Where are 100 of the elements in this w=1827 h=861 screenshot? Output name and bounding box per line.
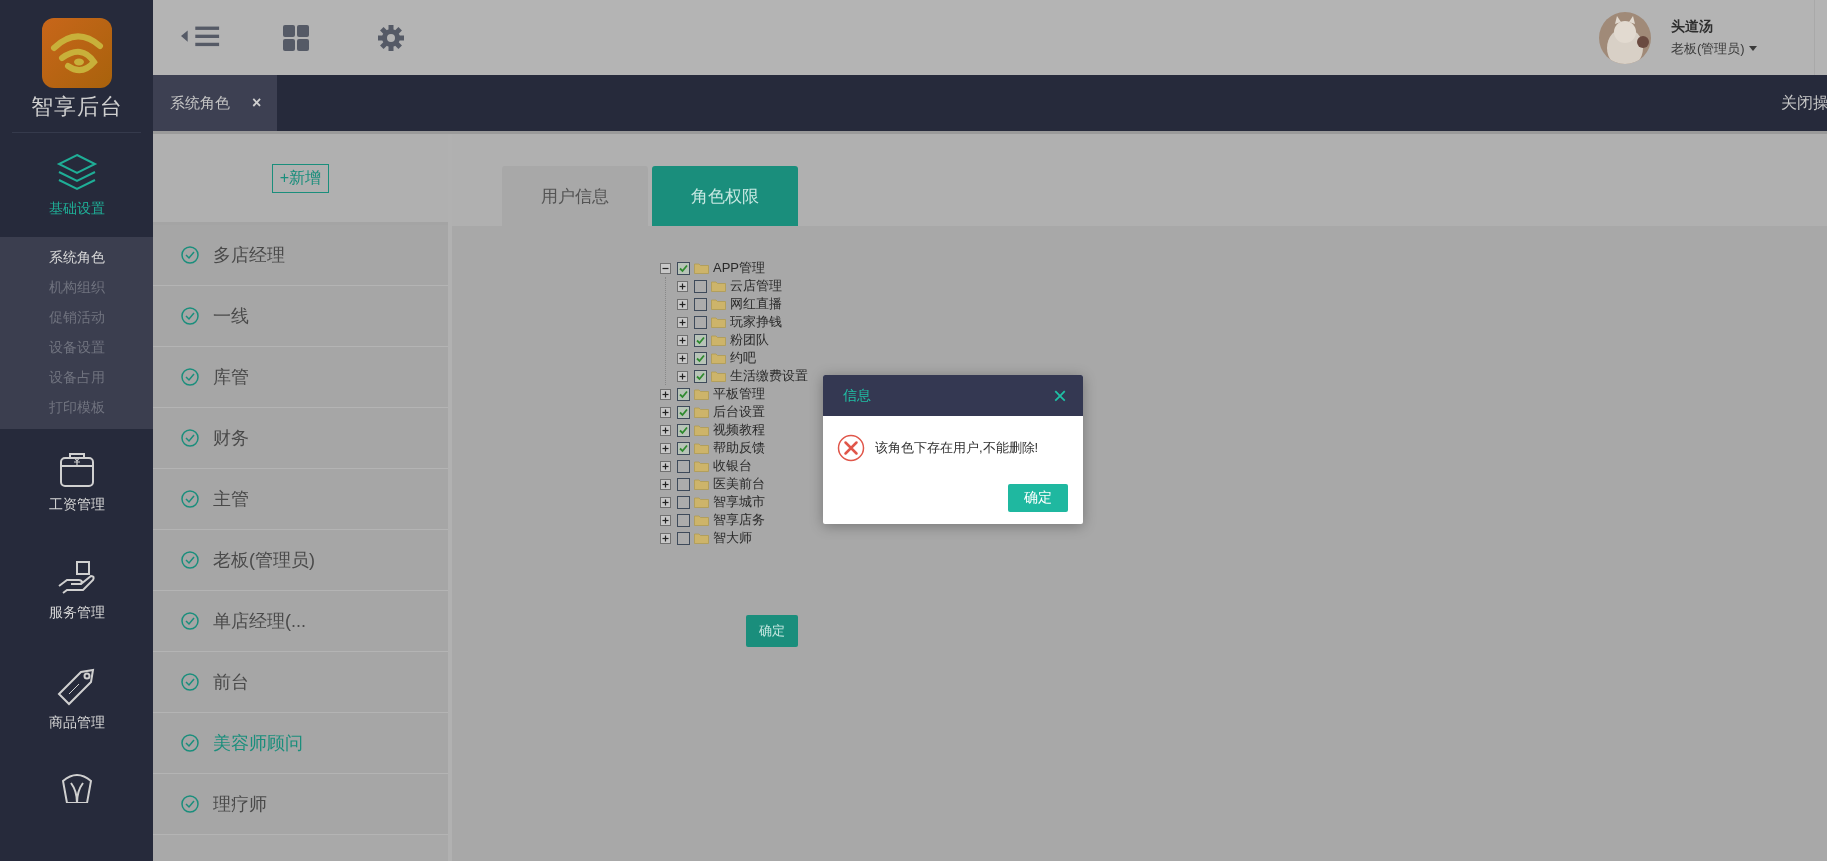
expand-toggle-icon[interactable] xyxy=(677,298,688,310)
folder-icon xyxy=(711,298,726,310)
check-circle-icon xyxy=(181,612,199,630)
expand-toggle-icon[interactable] xyxy=(660,496,671,508)
role-label: 库管 xyxy=(213,366,249,389)
user-role-dropdown[interactable]: 老板(管理员) xyxy=(1671,39,1757,58)
folder-icon xyxy=(694,388,709,400)
folder-icon xyxy=(694,442,709,454)
checkbox[interactable] xyxy=(677,531,690,545)
expand-toggle-icon[interactable] xyxy=(677,316,688,328)
check-circle-icon xyxy=(181,673,199,691)
expand-toggle-icon[interactable] xyxy=(660,460,671,472)
tree-item-label[interactable]: 智享城市 xyxy=(713,493,765,511)
checkbox[interactable] xyxy=(677,459,690,473)
role-label: 单店经理(... xyxy=(213,610,306,633)
role-label: 美容师顾问 xyxy=(213,732,303,755)
collapse-toggle-icon[interactable] xyxy=(660,262,671,274)
page-tab[interactable]: 系统角色 × xyxy=(153,75,277,131)
dialog-title: 信息 xyxy=(843,386,871,405)
folder-icon xyxy=(711,334,726,346)
folder-icon xyxy=(694,478,709,490)
expand-toggle-icon[interactable] xyxy=(660,388,671,400)
tree-item-label[interactable]: 平板管理 xyxy=(713,385,765,403)
checkbox[interactable] xyxy=(694,351,707,365)
role-label: 财务 xyxy=(213,427,249,450)
role-label: 多店经理 xyxy=(213,244,285,267)
checkbox[interactable] xyxy=(694,333,707,347)
expand-toggle-icon[interactable] xyxy=(660,442,671,454)
logo-text: 智享后台 xyxy=(30,93,123,121)
expand-toggle-icon[interactable] xyxy=(677,280,688,292)
checkbox[interactable] xyxy=(694,297,707,311)
nav-item[interactable]: 工资管理 xyxy=(0,429,153,537)
tree-item-label[interactable]: 后台设置 xyxy=(713,403,765,421)
expand-toggle-icon[interactable] xyxy=(677,334,688,346)
tree-item-label[interactable]: 约吧 xyxy=(730,349,756,367)
tab-close-button[interactable]: × xyxy=(252,94,262,112)
nav-item[interactable]: 服务管理 xyxy=(0,537,153,645)
expand-toggle-icon[interactable] xyxy=(660,478,671,490)
checkbox[interactable] xyxy=(694,315,707,329)
expand-toggle-icon[interactable] xyxy=(660,514,671,526)
checkbox[interactable] xyxy=(694,279,707,293)
tree-item-label[interactable]: 收银台 xyxy=(713,457,752,475)
check-circle-icon xyxy=(181,734,199,752)
folder-icon xyxy=(694,514,709,526)
folder-icon xyxy=(711,280,726,292)
tree-item-label[interactable]: 玩家挣钱 xyxy=(730,313,782,331)
nav-item[interactable]: 商品管理 xyxy=(0,645,153,753)
folder-icon xyxy=(694,424,709,436)
checkbox[interactable] xyxy=(677,423,690,437)
submenu-item[interactable]: 系统角色 xyxy=(0,243,153,273)
user-name: 头道汤 xyxy=(1671,17,1714,36)
tree-item-label[interactable]: APP管理 xyxy=(713,259,765,277)
tree-item-label[interactable]: 网红直播 xyxy=(730,295,782,313)
expand-toggle-icon[interactable] xyxy=(660,406,671,418)
error-icon xyxy=(837,434,865,462)
tree-item-label[interactable]: 粉团队 xyxy=(730,331,769,349)
checkbox[interactable] xyxy=(694,369,707,383)
nav-item[interactable]: 基础设置 xyxy=(0,133,153,237)
checkbox[interactable] xyxy=(677,495,690,509)
nav-label: 服务管理 xyxy=(48,604,105,622)
check-circle-icon xyxy=(181,307,199,325)
check-circle-icon xyxy=(181,429,199,447)
checkbox[interactable] xyxy=(677,261,690,275)
tree-item-label[interactable]: 医美前台 xyxy=(713,475,765,493)
tree-item-label[interactable]: 智大师 xyxy=(713,529,752,547)
checkbox[interactable] xyxy=(677,441,690,455)
role-label: 主管 xyxy=(213,488,249,511)
check-circle-icon xyxy=(181,368,199,386)
tree-item-label[interactable]: 智享店务 xyxy=(713,511,765,529)
nav-label: 基础设置 xyxy=(48,200,105,218)
checkbox[interactable] xyxy=(677,405,690,419)
caret-icon xyxy=(1748,46,1757,51)
page-tab-label: 系统角色 xyxy=(170,93,230,113)
tree-item-label[interactable]: 生活缴费设置 xyxy=(730,367,808,385)
folder-icon xyxy=(694,496,709,508)
hand-box-icon xyxy=(56,560,97,596)
checkbox[interactable] xyxy=(677,513,690,527)
expand-toggle-icon[interactable] xyxy=(660,424,671,436)
nav-label: 工资管理 xyxy=(48,496,105,514)
expand-toggle-icon[interactable] xyxy=(677,370,688,382)
tree-item-label[interactable]: 视频教程 xyxy=(713,421,765,439)
checkbox[interactable] xyxy=(677,387,690,401)
role-label: 前台 xyxy=(213,671,249,694)
expand-toggle-icon[interactable] xyxy=(677,352,688,364)
folder-icon xyxy=(711,316,726,328)
nav-label: 商品管理 xyxy=(48,714,105,732)
tab[interactable]: 用户信息 xyxy=(502,166,648,226)
confirm-button[interactable]: 确定 xyxy=(746,615,798,647)
close-button[interactable]: × xyxy=(1053,383,1067,408)
check-circle-icon xyxy=(181,551,199,569)
role-label: 理疗师 xyxy=(213,793,267,816)
folder-icon xyxy=(711,370,726,382)
folder-icon xyxy=(694,262,709,274)
expand-toggle-icon[interactable] xyxy=(660,532,671,544)
tab[interactable]: 角色权限 xyxy=(652,166,798,226)
checkbox[interactable] xyxy=(677,477,690,491)
folder-icon xyxy=(694,406,709,418)
tree-item-label[interactable]: 帮助反馈 xyxy=(713,439,765,457)
tree-item-label[interactable]: 云店管理 xyxy=(730,277,782,295)
folder-icon xyxy=(711,352,726,364)
